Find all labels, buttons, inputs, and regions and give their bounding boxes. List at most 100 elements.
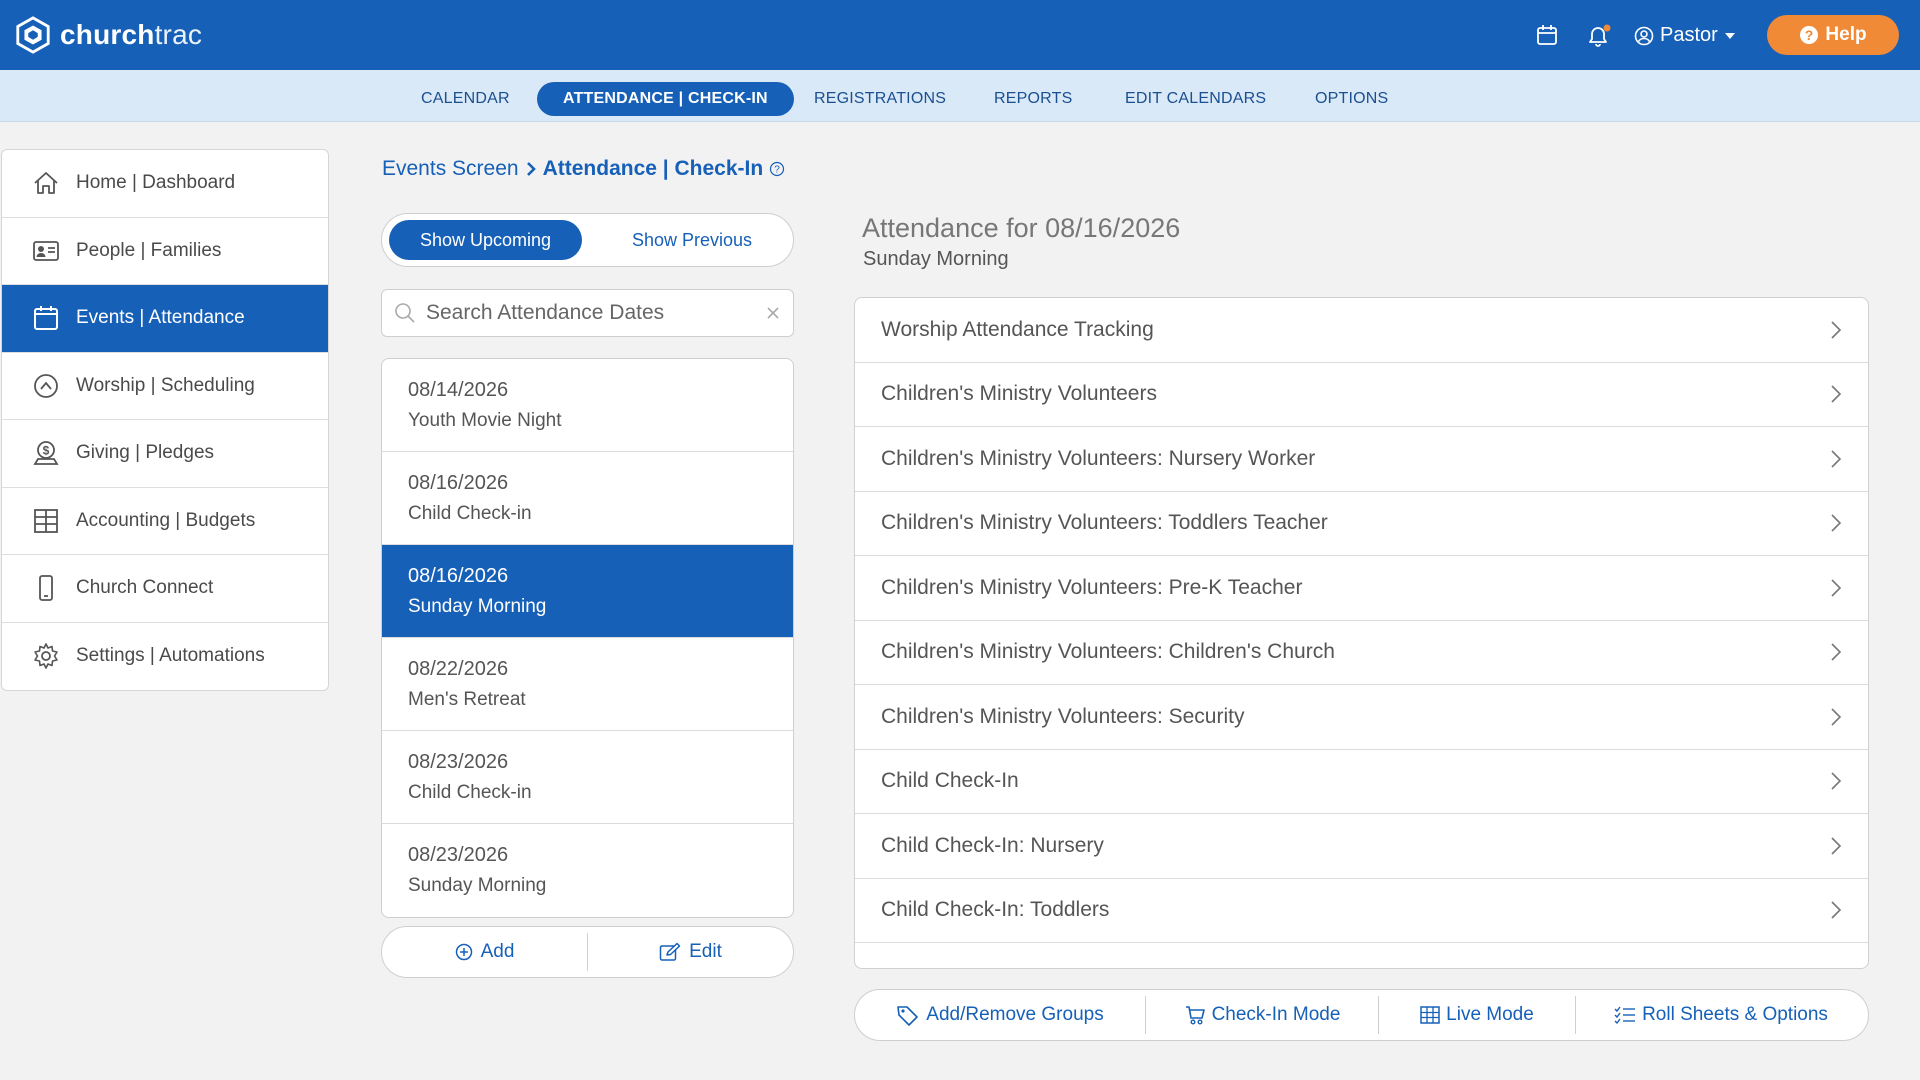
sidebar-item-church-connect[interactable]: Church Connect bbox=[2, 555, 328, 623]
add-date-button[interactable]: Add bbox=[382, 927, 587, 977]
live-mode-button[interactable]: Live Mode bbox=[1379, 990, 1575, 1040]
search-icon bbox=[395, 303, 415, 323]
svg-text:?: ? bbox=[774, 165, 780, 176]
date-actions: Add Edit bbox=[381, 926, 794, 978]
group-label: Worship Attendance Tracking bbox=[881, 317, 1154, 341]
user-menu[interactable]: Pastor bbox=[1634, 24, 1736, 47]
plus-circle-icon bbox=[455, 943, 472, 961]
live-mode-label: Live Mode bbox=[1446, 1004, 1534, 1025]
attendance-actions-bar: Add/Remove Groups Check-In Mode Live Mod… bbox=[854, 989, 1869, 1041]
date-item-name: Sunday Morning bbox=[408, 875, 547, 896]
user-name: Pastor bbox=[1660, 24, 1718, 46]
upcoming-previous-toggle: Show Upcoming Show Previous bbox=[381, 213, 794, 267]
add-remove-groups-button[interactable]: Add/Remove Groups bbox=[855, 990, 1145, 1040]
sidebar-item-people[interactable]: People | Families bbox=[2, 218, 328, 285]
check-in-mode-label: Check-In Mode bbox=[1211, 1004, 1341, 1025]
sidebar-item-label: Church Connect bbox=[76, 577, 214, 599]
date-item-name: Child Check-in bbox=[408, 782, 532, 803]
tab-registrations[interactable]: REGISTRATIONS bbox=[788, 82, 972, 116]
svg-text:?: ? bbox=[1805, 27, 1814, 43]
home-icon bbox=[34, 172, 58, 195]
cart-icon bbox=[1185, 1006, 1205, 1025]
id-card-icon bbox=[33, 240, 59, 261]
logo-text: churchtrac bbox=[60, 19, 203, 50]
group-list-item[interactable]: Children's Ministry Volunteers: Children… bbox=[855, 621, 1868, 685]
logo-icon bbox=[16, 16, 50, 54]
sidebar-item-label: Events | Attendance bbox=[76, 307, 245, 329]
date-list-item[interactable]: 08/14/2026 Youth Movie Night bbox=[382, 359, 793, 452]
breadcrumb-current: Attendance | Check-In bbox=[542, 157, 764, 180]
sidebar-item-events[interactable]: Events | Attendance bbox=[2, 285, 328, 353]
attendance-title: Attendance for 08/16/2026 bbox=[862, 213, 1181, 243]
group-label: Children's Ministry Volunteers: Pre-K Te… bbox=[881, 575, 1303, 599]
tab-attendance-check-in[interactable]: ATTENDANCE | CHECK-IN bbox=[537, 82, 794, 116]
tab-edit-calendars[interactable]: EDIT CALENDARS bbox=[1099, 82, 1292, 116]
chevron-right-icon bbox=[1831, 579, 1842, 597]
bell-icon[interactable] bbox=[1586, 24, 1612, 48]
group-list-item[interactable]: Children's Ministry Volunteers bbox=[855, 363, 1868, 427]
group-list-item[interactable]: Child Check-In bbox=[855, 750, 1868, 814]
tab-options[interactable]: OPTIONS bbox=[1289, 82, 1414, 116]
sidebar-item-giving[interactable]: $ Giving | Pledges bbox=[2, 420, 328, 488]
date-item-date: 08/14/2026 bbox=[408, 379, 509, 401]
add-label: Add bbox=[480, 941, 515, 962]
group-label: Children's Ministry Volunteers: Toddlers… bbox=[881, 511, 1328, 535]
chevron-right-icon bbox=[1831, 708, 1842, 726]
roll-sheets-options-button[interactable]: Roll Sheets & Options bbox=[1576, 990, 1866, 1040]
group-list-item[interactable]: Worship Attendance Tracking bbox=[855, 298, 1868, 363]
group-label: Children's Ministry Volunteers: Nursery … bbox=[881, 446, 1316, 470]
tab-reports[interactable]: REPORTS bbox=[968, 82, 1098, 116]
sidebar-item-settings[interactable]: Settings | Automations bbox=[2, 623, 328, 691]
churchtrac-logo[interactable]: churchtrac bbox=[14, 16, 202, 54]
help-button[interactable]: ? Help bbox=[1767, 15, 1899, 55]
sidebar-item-home[interactable]: Home | Dashboard bbox=[2, 150, 328, 218]
help-circle-icon[interactable]: ? bbox=[769, 161, 785, 177]
date-item-name: Youth Movie Night bbox=[408, 410, 562, 431]
help-label: Help bbox=[1825, 24, 1867, 45]
clear-icon[interactable] bbox=[765, 305, 781, 321]
sidebar-item-label: Worship | Scheduling bbox=[76, 374, 255, 396]
tab-calendar[interactable]: CALENDAR bbox=[395, 82, 536, 116]
edit-date-button[interactable]: Edit bbox=[588, 927, 793, 977]
mobile-phone-icon bbox=[39, 575, 53, 602]
date-list-item[interactable]: 08/16/2026 Child Check-in bbox=[382, 452, 793, 545]
group-list-item[interactable]: Child Check-In: Toddlers bbox=[855, 879, 1868, 943]
search-attendance-dates-input[interactable] bbox=[426, 301, 755, 325]
group-list-item[interactable]: Children's Ministry Volunteers: Toddlers… bbox=[855, 492, 1868, 556]
group-list-item[interactable]: Children's Ministry Volunteers: Nursery … bbox=[855, 427, 1868, 492]
chevron-right-icon bbox=[1831, 643, 1842, 661]
notification-dot bbox=[1603, 24, 1611, 32]
group-label: Children's Ministry Volunteers bbox=[881, 382, 1157, 406]
sidebar-item-label: Giving | Pledges bbox=[76, 442, 215, 464]
edit-icon bbox=[659, 942, 681, 961]
sidebar-item-worship[interactable]: Worship | Scheduling bbox=[2, 353, 328, 420]
show-upcoming-button[interactable]: Show Upcoming bbox=[389, 220, 582, 260]
group-list-item-partial[interactable] bbox=[855, 943, 1868, 968]
breadcrumb: Events Screen Attendance | Check-In ? bbox=[382, 157, 785, 181]
group-list-item[interactable]: Children's Ministry Volunteers: Pre-K Te… bbox=[855, 556, 1868, 621]
ledger-grid-icon bbox=[34, 508, 58, 533]
calendar-icon[interactable] bbox=[1536, 24, 1558, 46]
date-item-date: 08/22/2026 bbox=[408, 658, 509, 680]
check-in-mode-button[interactable]: Check-In Mode bbox=[1146, 990, 1378, 1040]
sidebar-item-accounting[interactable]: Accounting | Budgets bbox=[2, 488, 328, 555]
date-list-item[interactable]: 08/22/2026 Men's Retreat bbox=[382, 638, 793, 731]
chevron-right-icon bbox=[1831, 901, 1842, 919]
group-label: Children's Ministry Volunteers: Children… bbox=[881, 640, 1335, 664]
date-list-item-selected[interactable]: 08/16/2026 Sunday Morning bbox=[382, 545, 793, 638]
group-list-item[interactable]: Child Check-In: Nursery bbox=[855, 814, 1868, 879]
date-item-name: Child Check-in bbox=[408, 503, 532, 524]
table-grid-icon bbox=[1420, 1006, 1440, 1024]
add-remove-groups-label: Add/Remove Groups bbox=[926, 1004, 1104, 1025]
chevron-right-icon bbox=[1831, 772, 1842, 790]
date-item-date: 08/23/2026 bbox=[408, 844, 509, 866]
group-list-item[interactable]: Children's Ministry Volunteers: Security bbox=[855, 685, 1868, 750]
date-list-item[interactable]: 08/23/2026 Sunday Morning bbox=[382, 824, 793, 917]
tag-icon bbox=[897, 1006, 919, 1026]
sub-navigation: CALENDAR ATTENDANCE | CHECK-IN REGISTRAT… bbox=[0, 70, 1920, 122]
date-list-item[interactable]: 08/23/2026 Child Check-in bbox=[382, 731, 793, 824]
group-label: Child Check-In: Toddlers bbox=[881, 898, 1110, 922]
show-previous-button[interactable]: Show Previous bbox=[592, 220, 792, 260]
breadcrumb-parent-link[interactable]: Events Screen bbox=[382, 157, 519, 181]
date-item-date: 08/16/2026 bbox=[408, 472, 509, 494]
